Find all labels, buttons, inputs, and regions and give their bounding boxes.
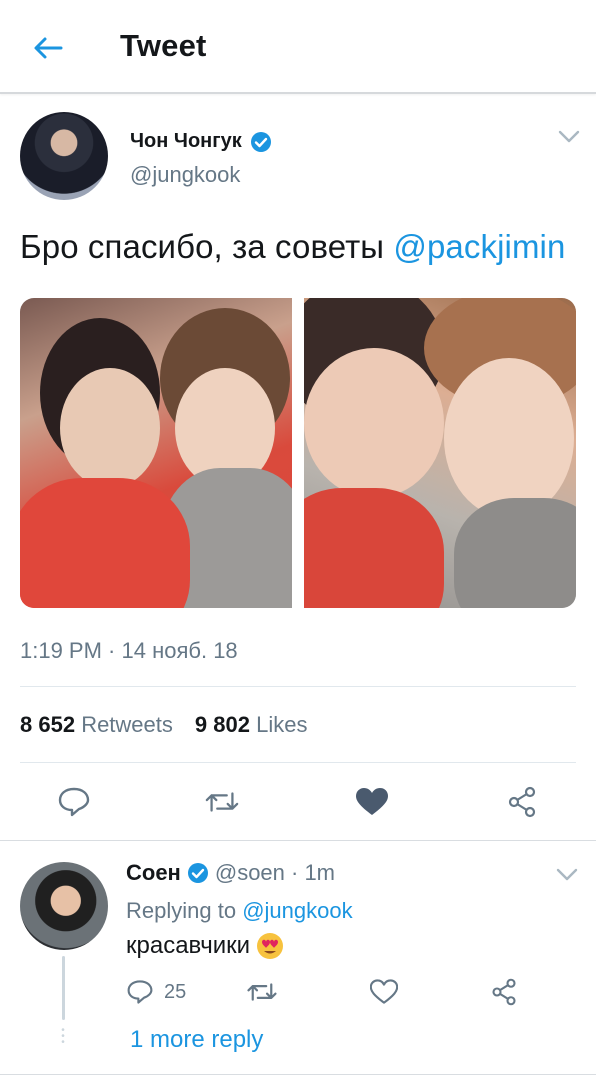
- reply-author-name[interactable]: Соен: [126, 860, 181, 886]
- heart-outline-icon: [370, 979, 398, 1004]
- tweet-photo-1[interactable]: [20, 298, 292, 608]
- photo-hoodie-shape: [20, 478, 190, 608]
- divider: [20, 762, 576, 763]
- share-button[interactable]: [504, 784, 540, 820]
- likes-count: 9 802: [194, 712, 250, 737]
- retweets-count: 8 652: [20, 712, 76, 737]
- reply-icon: [127, 980, 153, 1004]
- tweet-photo-2[interactable]: [304, 298, 576, 608]
- verified-badge-icon: [187, 863, 208, 883]
- replying-to: Replying to @jungkook: [126, 898, 353, 924]
- back-button[interactable]: [30, 30, 66, 66]
- retweet-button[interactable]: [204, 784, 240, 820]
- reply-count: 25: [164, 980, 187, 1003]
- reply-body: красавчики: [126, 932, 251, 959]
- reply-like-button[interactable]: [370, 978, 398, 1006]
- share-icon: [508, 786, 536, 818]
- page-title: Tweet: [120, 28, 207, 63]
- divider: [0, 840, 596, 841]
- author-avatar[interactable]: [20, 112, 108, 200]
- thread-line: [62, 956, 65, 1020]
- like-button[interactable]: [354, 784, 390, 820]
- reply-icon: [58, 787, 90, 817]
- divider: [0, 1074, 596, 1075]
- reply-author-handle[interactable]: @soen · 1m: [215, 860, 335, 886]
- author-name-row[interactable]: Чон Чонгук: [130, 130, 272, 153]
- tweet-body: Бро спасибо, за советы: [20, 228, 394, 265]
- share-icon: [492, 978, 516, 1006]
- likes-stat[interactable]: 9 802 Likes: [195, 712, 308, 738]
- tweet-text: Бро спасибо, за советы @packjimin: [20, 228, 565, 266]
- author-name[interactable]: Чон Чонгук: [130, 130, 242, 153]
- divider: [20, 686, 576, 687]
- reply-share-button[interactable]: [490, 978, 518, 1006]
- chevron-down-icon[interactable]: [556, 868, 578, 882]
- arrow-left-icon: [34, 37, 63, 59]
- retweet-icon: [247, 983, 277, 1001]
- retweets-label: Retweets: [81, 712, 173, 737]
- replying-prefix: Replying to: [126, 898, 243, 923]
- thread-dots: • • •: [61, 1025, 65, 1048]
- mention-link[interactable]: @packjimin: [393, 228, 565, 265]
- photo-face-shape: [304, 348, 444, 498]
- photo-face-shape: [444, 358, 574, 518]
- reply-button[interactable]: [56, 784, 92, 820]
- tweet-timestamp: 1:19 PM · 14 нояб. 18: [20, 638, 238, 663]
- replying-handle[interactable]: @jungkook: [242, 898, 352, 923]
- reply-avatar[interactable]: [20, 862, 108, 950]
- more-replies-link[interactable]: 1 more reply: [130, 1026, 263, 1054]
- heart-filled-icon: [356, 788, 388, 815]
- chevron-down-icon[interactable]: [558, 130, 580, 144]
- reply-reply-button[interactable]: 25: [126, 978, 186, 1006]
- photo-sweater-shape: [454, 498, 576, 608]
- retweet-icon: [205, 792, 239, 812]
- retweets-stat[interactable]: 8 652 Retweets: [20, 712, 173, 738]
- reply-text: красавчики: [126, 932, 284, 960]
- likes-label: Likes: [256, 712, 308, 737]
- reply-retweet-button[interactable]: [246, 978, 278, 1006]
- reply-header: Соен @soen · 1m: [126, 860, 335, 886]
- author-handle[interactable]: @jungkook: [130, 162, 240, 188]
- top-bar: Tweet: [0, 0, 596, 94]
- photo-face-shape: [60, 368, 160, 488]
- heart-eyes-emoji-icon: [257, 933, 284, 959]
- tweet-stats: 8 652 Retweets 9 802 Likes: [20, 712, 307, 738]
- photo-hoodie-shape: [304, 488, 444, 608]
- verified-badge-icon: [250, 131, 271, 152]
